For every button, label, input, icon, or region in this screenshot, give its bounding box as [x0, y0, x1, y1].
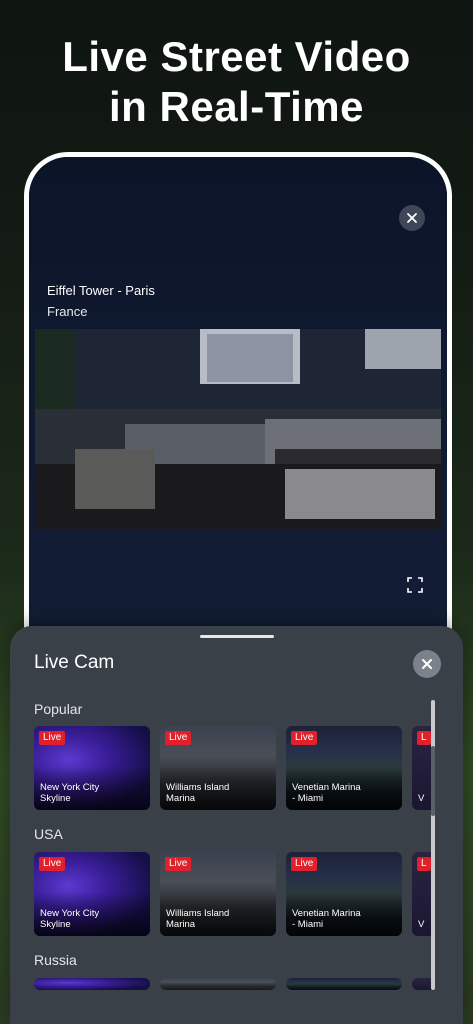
sheet-close-button[interactable] — [413, 650, 441, 678]
section-label-russia: Russia — [34, 952, 77, 968]
live-badge: Live — [39, 731, 66, 745]
camera-card[interactable]: Live Williams Island Marina — [160, 726, 276, 810]
camera-name: Williams Island Marina — [166, 782, 230, 804]
fullscreen-icon[interactable] — [407, 577, 423, 593]
headline-line-1: Live Street Video — [62, 33, 411, 80]
live-badge: Live — [165, 731, 192, 745]
close-icon — [407, 213, 417, 223]
live-badge: Live — [39, 857, 66, 871]
section-label-usa: USA — [34, 826, 63, 842]
camera-card[interactable]: Live Williams Island Marina — [160, 852, 276, 936]
sheet-drag-handle[interactable] — [200, 635, 274, 638]
camera-title: Eiffel Tower - Paris — [47, 283, 155, 298]
camera-card[interactable]: Live Venetian Marina - Miami — [286, 852, 402, 936]
camera-name: New York City Skyline — [40, 908, 100, 930]
live-badge: L — [417, 857, 431, 871]
player-close-button[interactable] — [399, 205, 425, 231]
section-label-popular: Popular — [34, 701, 83, 717]
camera-country: France — [47, 304, 88, 319]
camera-name: New York City Skyline — [40, 782, 100, 804]
camera-card[interactable] — [160, 978, 276, 990]
camera-name: Venetian Marina - Miami — [292, 908, 361, 930]
camera-card[interactable] — [34, 978, 150, 990]
video-frame-image — [35, 329, 441, 529]
camera-card[interactable]: Live New York City Skyline — [34, 852, 150, 936]
live-badge: Live — [291, 731, 318, 745]
camera-name: Venetian Marina - Miami — [292, 782, 361, 804]
live-badge: Live — [291, 857, 318, 871]
camera-card[interactable]: Live Venetian Marina - Miami — [286, 726, 402, 810]
scrollbar-track[interactable] — [431, 700, 435, 990]
video-stream[interactable] — [35, 329, 441, 529]
camera-card[interactable] — [286, 978, 402, 990]
live-badge: Live — [165, 857, 192, 871]
headline-line-2: in Real-Time — [109, 83, 364, 130]
camera-row-usa[interactable]: Live New York City Skyline Live Williams… — [34, 852, 434, 936]
headline: Live Street Video in Real-Time — [0, 32, 473, 132]
live-cam-sheet: Live Cam Popular Live New York City Skyl… — [10, 626, 463, 1024]
camera-card[interactable]: Live New York City Skyline — [34, 726, 150, 810]
close-icon — [422, 659, 432, 669]
camera-name: Williams Island Marina — [166, 908, 230, 930]
live-badge: L — [417, 731, 431, 745]
sheet-title: Live Cam — [34, 652, 115, 673]
scrollbar-thumb[interactable] — [431, 746, 435, 816]
camera-row-russia[interactable] — [34, 978, 434, 990]
camera-row-popular[interactable]: Live New York City Skyline Live Williams… — [34, 726, 434, 810]
